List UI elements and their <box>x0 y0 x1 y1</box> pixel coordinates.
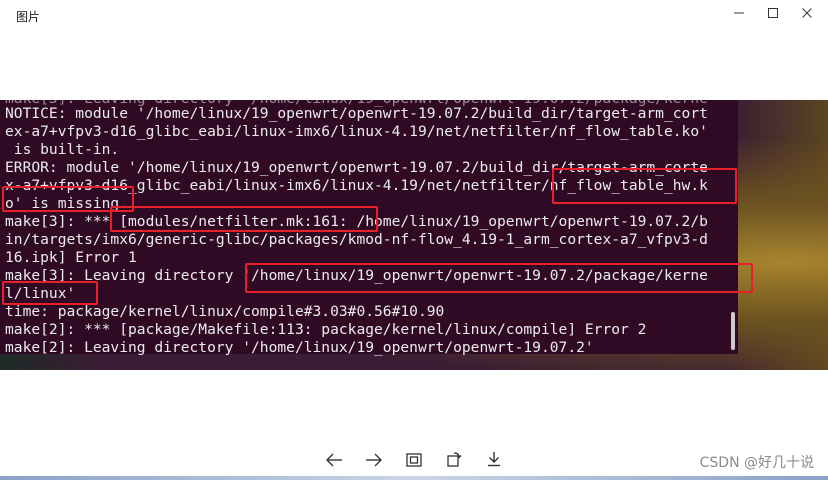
rotate-button[interactable] <box>441 449 467 473</box>
highlight-box-package-kernel <box>245 263 753 293</box>
terminal-scrollbar <box>731 312 735 350</box>
previous-button[interactable] <box>321 449 347 473</box>
download-icon <box>486 451 502 471</box>
title-bar: 图片 <box>0 0 828 32</box>
download-button[interactable] <box>481 449 507 473</box>
minimize-icon <box>733 4 745 23</box>
terminal-line: in/targets/imx6/generic-glibc/packages/k… <box>5 231 708 248</box>
highlight-box-flow-table-hw <box>552 168 737 204</box>
close-icon <box>801 4 813 23</box>
rotate-icon <box>446 451 462 471</box>
close-button[interactable] <box>784 0 828 26</box>
csdn-watermark: CSDN @好几十说 <box>699 455 814 471</box>
fit-screen-icon <box>406 452 422 471</box>
arrow-left-icon <box>325 452 343 471</box>
terminal-line: NOTICE: module '/home/linux/19_openwrt/o… <box>5 105 708 122</box>
terminal-line: time: package/kernel/linux/compile#3.03#… <box>5 303 445 320</box>
terminal-line: ex-a7+vfpv3-d16_glibc_eabi/linux-imx6/li… <box>5 123 708 140</box>
arrow-right-icon <box>365 452 383 471</box>
terminal-line: is built-in. <box>5 141 120 158</box>
maximize-icon <box>767 4 779 23</box>
taskbar-edge <box>0 476 828 480</box>
highlight-box-netfilter-mk <box>110 206 378 232</box>
image-viewport[interactable]: make[3]: Leaving directory '/home/linux/… <box>0 100 828 370</box>
window-title: 图片 <box>16 10 41 24</box>
terminal-line: make[2]: *** [package/Makefile:113: pack… <box>5 321 647 338</box>
next-button[interactable] <box>361 449 387 473</box>
terminal-line: make[2]: Leaving directory '/home/linux/… <box>5 339 594 356</box>
highlight-box-linux <box>2 281 98 305</box>
fit-screen-button[interactable] <box>401 449 427 473</box>
